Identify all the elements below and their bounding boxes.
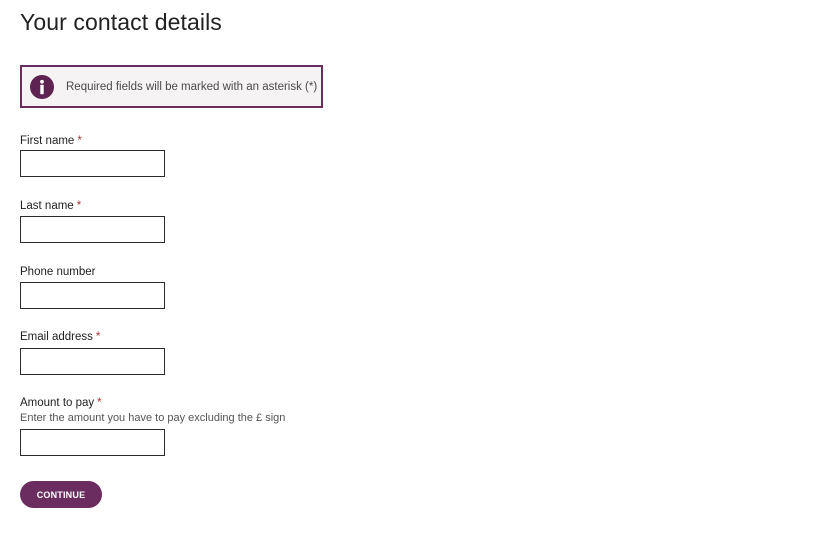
- required-asterisk: *: [77, 135, 82, 147]
- notice-text: Required fields will be marked with an a…: [66, 80, 318, 93]
- phone-number-input[interactable]: [20, 282, 165, 309]
- email-address-label: Email address *: [20, 330, 165, 344]
- amount-to-pay-label-text: Amount to pay: [20, 397, 95, 409]
- amount-to-pay-field: Amount to pay * Enter the amount you have…: [20, 396, 285, 456]
- first-name-label: First name *: [20, 134, 165, 148]
- email-address-field: Email address *: [20, 330, 165, 375]
- amount-to-pay-input[interactable]: [20, 429, 165, 456]
- contact-details-page: Your contact details Required fields wil…: [0, 0, 840, 535]
- page-title: Your contact details: [20, 9, 222, 35]
- last-name-label-text: Last name: [20, 200, 74, 212]
- phone-number-label: Phone number: [20, 265, 165, 279]
- first-name-input[interactable]: [20, 150, 165, 177]
- info-icon-glyph: [40, 79, 44, 94]
- email-address-input[interactable]: [20, 348, 165, 375]
- required-fields-notice: Required fields will be marked with an a…: [20, 65, 323, 108]
- continue-button[interactable]: CONTINUE: [20, 481, 102, 508]
- first-name-label-text: First name: [20, 135, 75, 147]
- amount-to-pay-label: Amount to pay *: [20, 396, 285, 410]
- info-icon: [30, 74, 54, 99]
- email-address-label-text: Email address: [20, 331, 93, 343]
- phone-number-field: Phone number: [20, 265, 165, 309]
- last-name-input[interactable]: [20, 216, 165, 243]
- last-name-field: Last name *: [20, 199, 165, 243]
- first-name-field: First name *: [20, 134, 165, 177]
- last-name-label: Last name *: [20, 199, 165, 213]
- required-asterisk: *: [97, 397, 102, 409]
- amount-hint: Enter the amount you have to pay excludi…: [20, 412, 286, 424]
- required-asterisk: *: [76, 200, 82, 212]
- required-asterisk: *: [95, 331, 101, 343]
- phone-number-label-text: Phone number: [20, 266, 96, 278]
